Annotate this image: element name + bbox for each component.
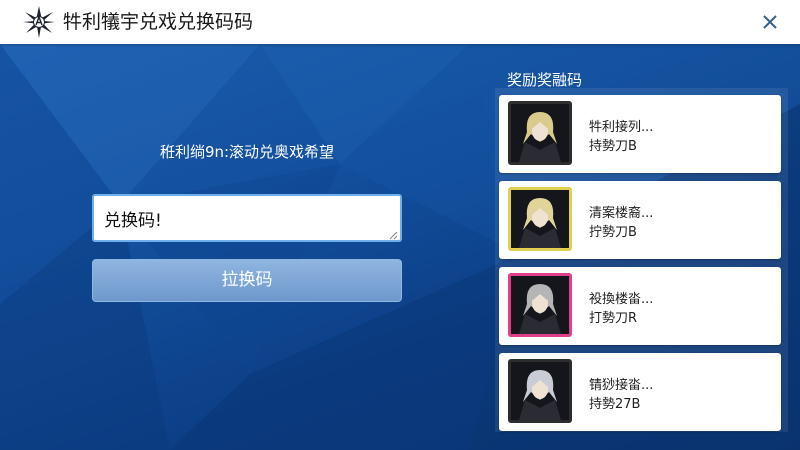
- page-title: 牪利犠宇兑戏兑换码码: [63, 11, 254, 33]
- reward-name: 祋換楼畓...: [589, 292, 654, 307]
- reward-subtitle: 持勢刀B: [589, 139, 637, 154]
- reward-subtitle: 打勢刀R: [589, 311, 638, 326]
- reward-card[interactable]: 锖猀接畓... 持勢27B: [499, 353, 781, 431]
- title-bar: 牪利犠宇兑戏兑换码码: [0, 0, 800, 44]
- redeem-button[interactable]: 拉换码: [92, 259, 402, 302]
- reward-name: 清案楼裔...: [589, 206, 654, 221]
- character-portrait: [508, 359, 572, 423]
- character-avatar-icon: [511, 190, 569, 248]
- character-portrait: [508, 187, 572, 251]
- reward-card[interactable]: 牪利接列... 持勢刀B: [499, 95, 781, 173]
- reward-subtitle: 持勢27B: [589, 397, 641, 412]
- reward-name: 锖猀接畓...: [589, 378, 654, 393]
- reward-subtitle: 拧勢刀B: [589, 225, 637, 240]
- resize-grip-icon[interactable]: [388, 230, 398, 240]
- reward-card[interactable]: 祋換楼畓... 打勢刀R: [499, 267, 781, 345]
- reward-card[interactable]: 清案楼裔... 拧勢刀B: [499, 181, 781, 259]
- redeem-instruction: 秹利绱9n:滚动兑奥戏希望: [159, 143, 335, 161]
- character-portrait: [508, 273, 572, 337]
- star-emblem-icon: [23, 6, 55, 38]
- character-avatar-icon: [511, 362, 569, 420]
- rewards-title: 奖励奖融码: [507, 71, 583, 89]
- code-input[interactable]: [92, 194, 402, 242]
- character-avatar-icon: [511, 276, 569, 334]
- reward-name: 牪利接列...: [589, 120, 654, 135]
- character-avatar-icon: [511, 104, 569, 162]
- character-portrait: [508, 101, 572, 165]
- close-icon[interactable]: [758, 10, 782, 34]
